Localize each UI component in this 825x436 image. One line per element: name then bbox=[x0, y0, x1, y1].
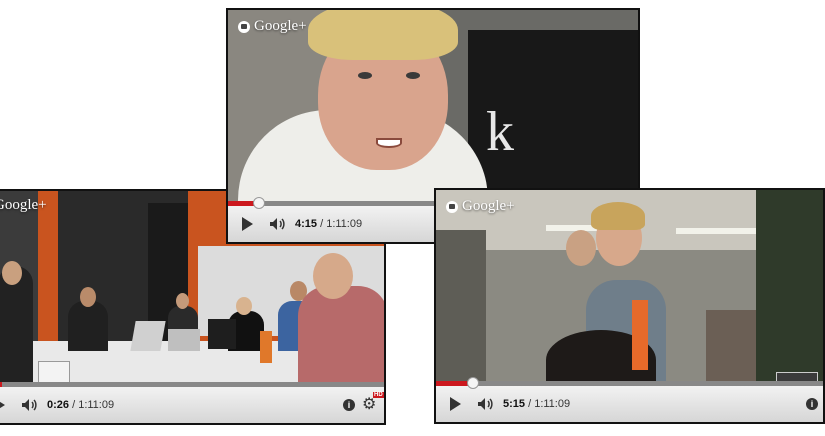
person-4-head bbox=[236, 297, 252, 315]
person-2-head bbox=[80, 287, 96, 307]
info-icon[interactable]: i bbox=[343, 399, 355, 411]
volume-icon[interactable] bbox=[21, 398, 37, 412]
child-back-head bbox=[566, 230, 596, 266]
person-left bbox=[0, 266, 33, 386]
bottle bbox=[260, 331, 272, 363]
video-frame-closeup[interactable]: k bbox=[228, 10, 638, 206]
brand-label: Google+ bbox=[0, 197, 47, 213]
time-display: 0:26 / 1:11:09 bbox=[47, 399, 114, 411]
video-frame-lecture[interactable] bbox=[436, 190, 823, 386]
hangouts-icon bbox=[238, 20, 250, 33]
brand-logo: Google+ bbox=[446, 198, 515, 215]
board-letter: k bbox=[486, 101, 514, 163]
brand-label: Google+ bbox=[254, 18, 307, 34]
time-display: 4:15 / 1:11:09 bbox=[295, 218, 362, 230]
brand-logo: Google+ bbox=[0, 197, 47, 214]
left-eye bbox=[358, 72, 372, 79]
hd-badge: HD bbox=[373, 392, 384, 398]
laptop-2 bbox=[168, 329, 200, 351]
right-eye bbox=[406, 72, 420, 79]
time-total: / 1:11:09 bbox=[320, 218, 363, 230]
person-3-head bbox=[176, 293, 189, 309]
person-6 bbox=[298, 286, 384, 386]
laptop-3 bbox=[208, 319, 236, 349]
time-total: / 1:11:09 bbox=[72, 399, 115, 411]
time-total: / 1:11:09 bbox=[528, 398, 571, 410]
person-left-head bbox=[2, 261, 22, 285]
child-right bbox=[756, 190, 823, 386]
person-6-head bbox=[313, 253, 353, 299]
volume-icon[interactable] bbox=[269, 217, 285, 231]
brand-label: Google+ bbox=[462, 198, 515, 214]
info-icon[interactable]: i bbox=[806, 398, 818, 410]
volume-icon[interactable] bbox=[477, 397, 493, 411]
play-button[interactable] bbox=[0, 398, 5, 412]
time-current: 0:26 bbox=[47, 399, 70, 411]
laptop-1 bbox=[130, 321, 166, 351]
person-2 bbox=[68, 301, 108, 351]
player-controls: 0:26 / 1:11:09 i ⚙ HD bbox=[0, 382, 384, 423]
child-center-hair bbox=[591, 202, 645, 230]
brand-logo: Google+ bbox=[238, 18, 307, 35]
video-player-lecture[interactable]: Google+ 5:15 / 1:11:09 i bbox=[434, 188, 825, 424]
time-current: 4:15 bbox=[295, 218, 318, 230]
side-wall bbox=[436, 230, 486, 386]
player-controls: 5:15 / 1:11:09 i bbox=[436, 377, 823, 422]
mouth bbox=[376, 138, 402, 148]
blonde-hair bbox=[308, 10, 458, 60]
hangouts-icon bbox=[446, 200, 458, 213]
time-current: 5:15 bbox=[503, 398, 526, 410]
play-button[interactable] bbox=[242, 217, 253, 231]
play-button[interactable] bbox=[450, 397, 461, 411]
time-display: 5:15 / 1:11:09 bbox=[503, 398, 570, 410]
orange-stripe bbox=[632, 300, 648, 370]
ceiling-light-2 bbox=[676, 228, 756, 234]
